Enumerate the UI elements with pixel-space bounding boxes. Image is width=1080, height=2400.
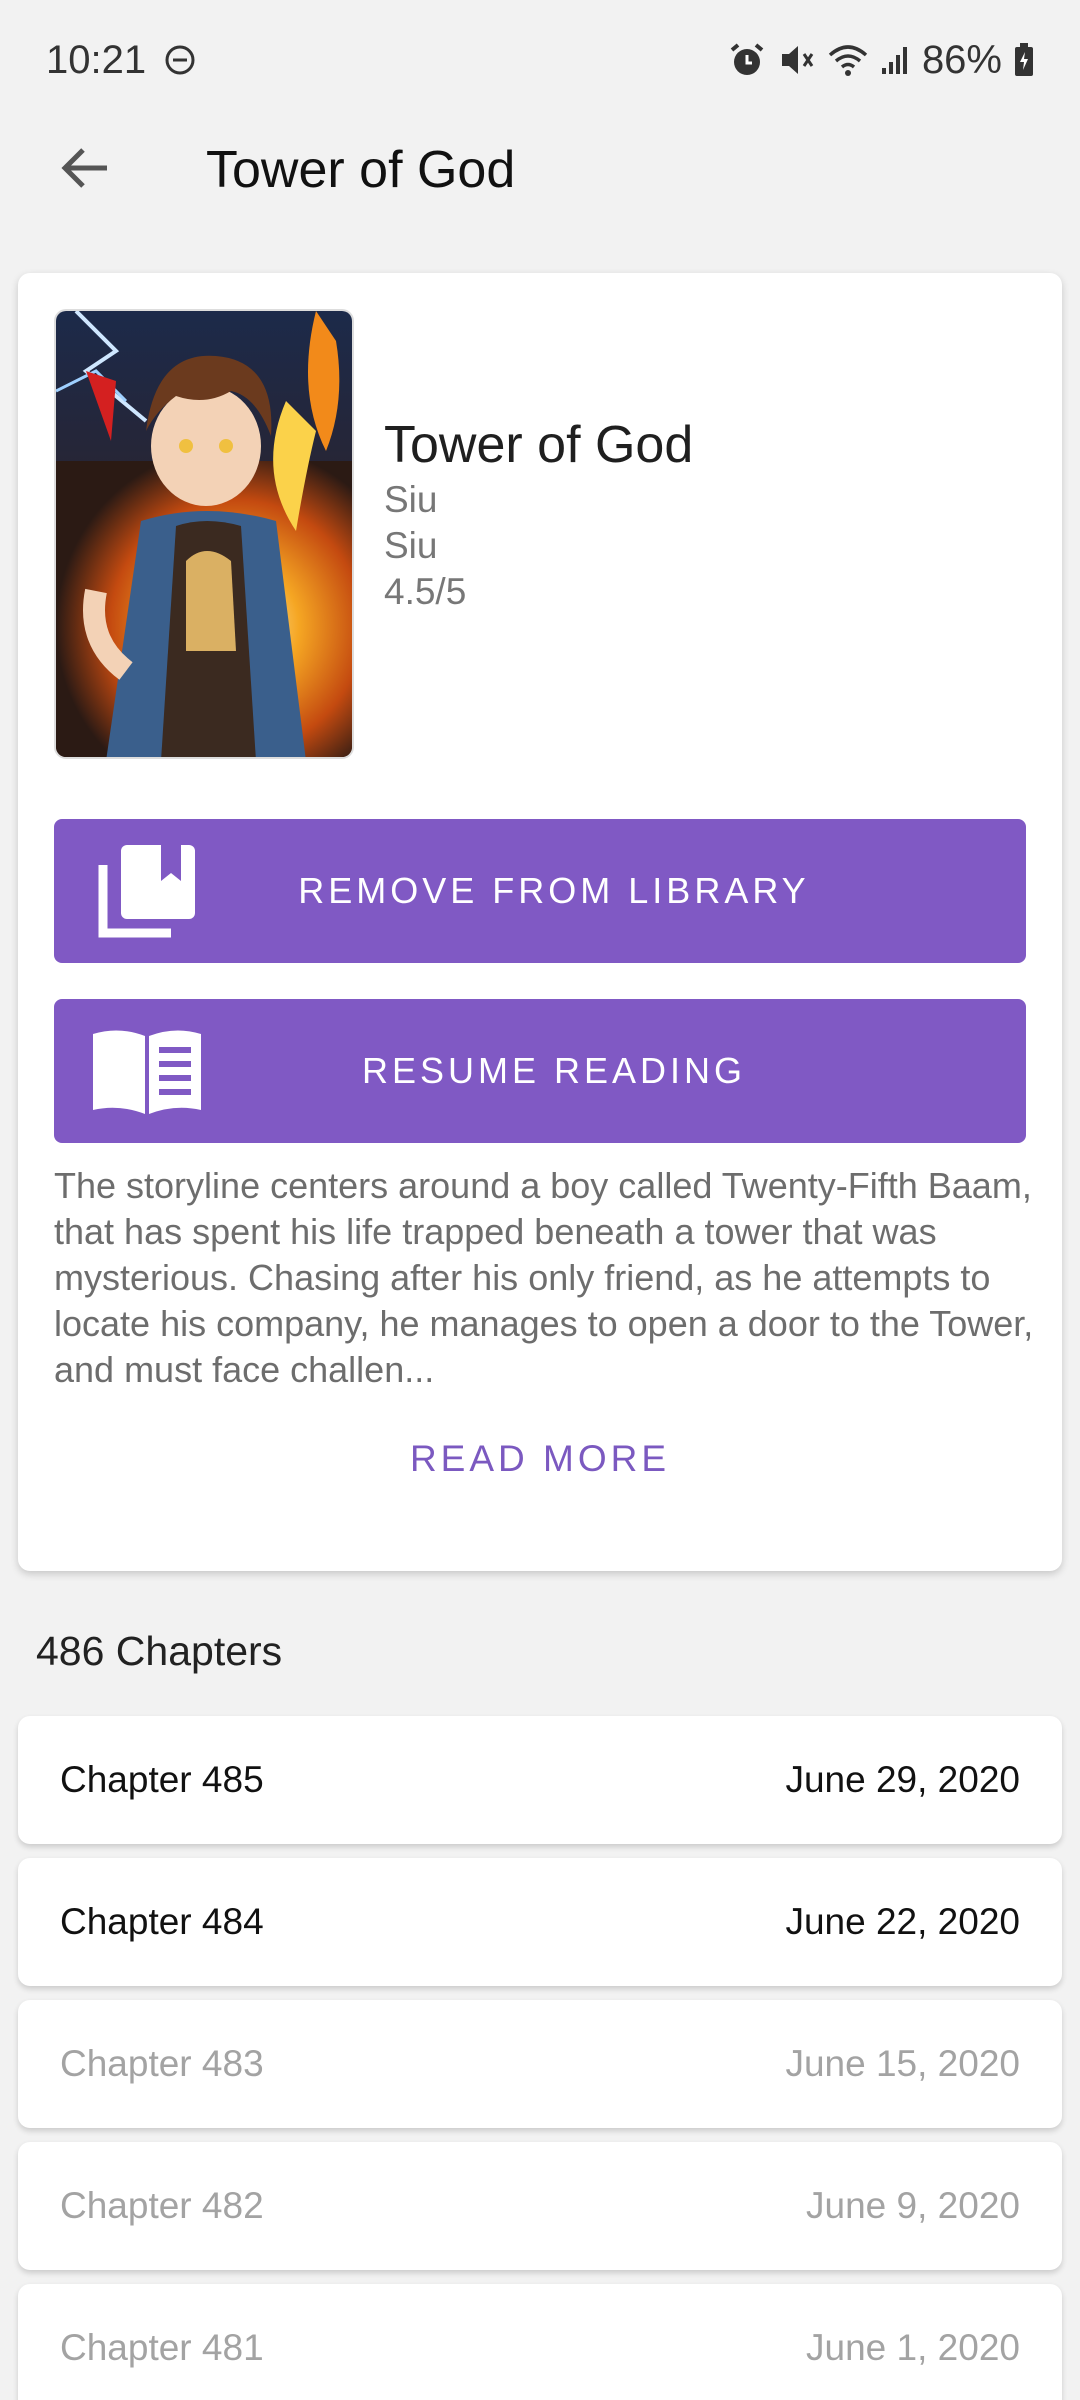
app-bar: Tower of God <box>0 120 1080 220</box>
chapter-date: June 22, 2020 <box>785 1901 1020 1942</box>
chapter-name: Chapter 481 <box>60 2327 264 2368</box>
status-bar: 10:21 86% <box>0 0 1080 120</box>
alarm-icon <box>728 42 766 78</box>
page-title: Tower of God <box>206 141 516 199</box>
chapter-row[interactable]: Chapter 485 June 29, 2020 <box>18 1716 1062 1844</box>
remove-from-library-button[interactable]: REMOVE FROM LIBRARY <box>54 819 1026 963</box>
do-not-disturb-icon <box>164 44 196 76</box>
manga-author: Siu <box>384 479 438 520</box>
cover-image <box>54 309 354 759</box>
chapter-date: June 9, 2020 <box>806 2185 1020 2226</box>
manga-details-card: Tower of God Siu Siu 4.5/5 REMOVE FROM L… <box>18 273 1062 1571</box>
manga-description: The storyline centers around a boy calle… <box>54 1165 1034 1390</box>
read-more-button[interactable]: READ MORE <box>18 1438 1062 1480</box>
chapter-date: June 29, 2020 <box>785 1759 1020 1800</box>
chapter-date: June 1, 2020 <box>806 2327 1020 2368</box>
remove-from-library-label: REMOVE FROM LIBRARY <box>298 870 810 911</box>
manga-artist: Siu <box>384 525 438 566</box>
chapter-row[interactable]: Chapter 481 June 1, 2020 <box>18 2284 1062 2400</box>
chapter-count: 486 Chapters <box>36 1628 283 1674</box>
battery-charging-icon <box>1014 43 1034 77</box>
chapter-name: Chapter 484 <box>60 1901 264 1942</box>
chapter-name: Chapter 485 <box>60 1759 264 1800</box>
back-button[interactable] <box>30 120 140 220</box>
resume-reading-button[interactable]: RESUME READING <box>54 999 1026 1143</box>
chapter-row[interactable]: Chapter 482 June 9, 2020 <box>18 2142 1062 2270</box>
wifi-icon <box>828 43 868 77</box>
mute-icon <box>778 42 816 78</box>
library-icon <box>82 819 212 963</box>
chapter-name: Chapter 482 <box>60 2185 264 2226</box>
resume-reading-label: RESUME READING <box>361 1050 747 1091</box>
chapter-row[interactable]: Chapter 483 June 15, 2020 <box>18 2000 1062 2128</box>
manga-title: Tower of God <box>384 416 694 474</box>
status-time: 10:21 <box>46 37 147 82</box>
arrow-back-icon <box>59 144 111 197</box>
chapter-name: Chapter 483 <box>60 2043 264 2084</box>
book-open-icon <box>82 999 212 1143</box>
signal-icon <box>880 44 910 76</box>
battery-percent: 86% <box>921 37 1002 82</box>
manga-info: Tower of God Siu Siu 4.5/5 <box>384 413 693 615</box>
chapter-row[interactable]: Chapter 484 June 22, 2020 <box>18 1858 1062 1986</box>
chapter-date: June 15, 2020 <box>785 2043 1020 2084</box>
manga-rating: 4.5/5 <box>384 571 467 612</box>
